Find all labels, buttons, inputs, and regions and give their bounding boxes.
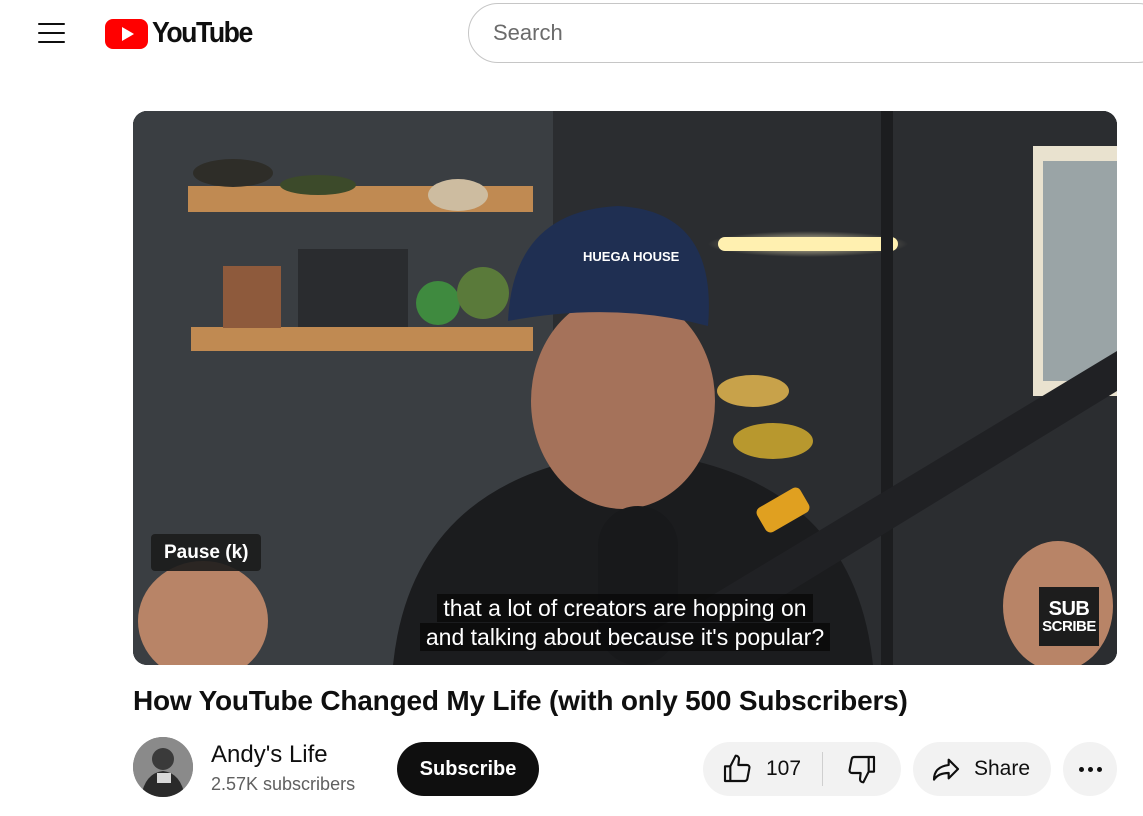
captions: that a lot of creators are hopping on an… (133, 594, 1117, 651)
menu-icon (37, 23, 65, 25)
channel-name[interactable]: Andy's Life (211, 741, 328, 769)
like-icon (723, 754, 751, 783)
video-player[interactable]: HUEGA HOUSE (133, 111, 1117, 665)
dislike-icon (848, 755, 876, 784)
svg-text:HUEGA HOUSE: HUEGA HOUSE (583, 249, 680, 264)
badge-line: SUB (1048, 598, 1090, 620)
menu-button[interactable] (29, 13, 73, 53)
subscribe-watermark[interactable]: SUB SCRIBE (1039, 587, 1099, 646)
video-frame: HUEGA HOUSE (133, 111, 1117, 665)
share-button[interactable]: Share (913, 742, 1051, 796)
more-actions-button[interactable] (1063, 742, 1117, 796)
badge-line: SCRIBE (1042, 618, 1096, 635)
share-label: Share (974, 757, 1031, 780)
youtube-logo[interactable]: YouTube (105, 17, 261, 50)
more-icon (1078, 766, 1084, 772)
like-button[interactable]: 107 (703, 742, 822, 796)
youtube-logo-icon (105, 18, 148, 49)
channel-avatar[interactable] (133, 737, 193, 797)
caption-line: that a lot of creators are hopping on (437, 594, 813, 622)
like-count: 107 (766, 757, 802, 780)
like-dislike-group: 107 (703, 742, 901, 796)
search-input[interactable] (493, 20, 1143, 46)
logo-text: YouTube (152, 17, 253, 49)
avatar-image (133, 737, 193, 797)
search-box[interactable] (468, 3, 1143, 63)
caption-line: and talking about because it's popular? (419, 623, 831, 651)
dislike-button[interactable] (823, 742, 901, 796)
subscribe-button[interactable]: Subscribe (397, 742, 539, 796)
subscriber-count: 2.57K subscribers (211, 774, 356, 794)
pause-tooltip: Pause (k) (151, 534, 262, 571)
video-title: How YouTube Changed My Life (with only 5… (133, 685, 908, 716)
share-icon (932, 758, 960, 781)
